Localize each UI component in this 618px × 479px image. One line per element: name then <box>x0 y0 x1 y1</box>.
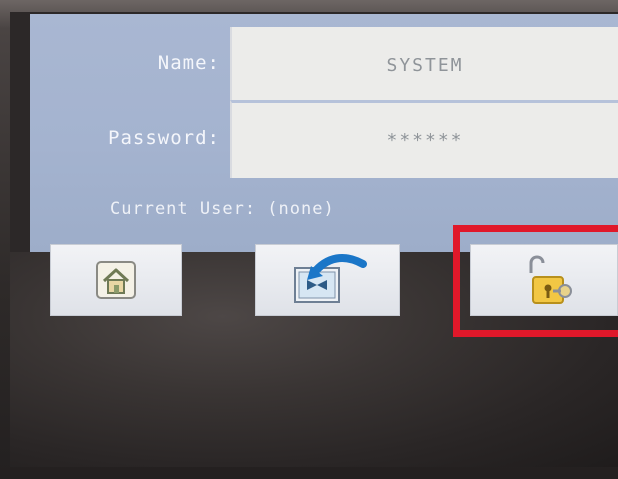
home-icon <box>95 260 137 300</box>
current-user-status: Current User: (none) <box>110 199 335 219</box>
name-value: SYSTEM <box>386 54 464 76</box>
hmi-screen: Name: SYSTEM Password: ****** Current Us… <box>10 12 618 467</box>
name-field[interactable]: SYSTEM <box>230 27 618 103</box>
password-field[interactable]: ****** <box>230 100 618 178</box>
name-label: Name: <box>157 52 220 74</box>
password-value: ****** <box>386 130 464 151</box>
home-button[interactable] <box>50 244 182 316</box>
password-label: Password: <box>108 127 220 149</box>
highlight-annotation <box>453 225 618 337</box>
transfer-button[interactable] <box>255 244 400 316</box>
login-panel: Name: SYSTEM Password: ****** Current Us… <box>30 14 618 252</box>
transfer-icon <box>283 252 373 308</box>
